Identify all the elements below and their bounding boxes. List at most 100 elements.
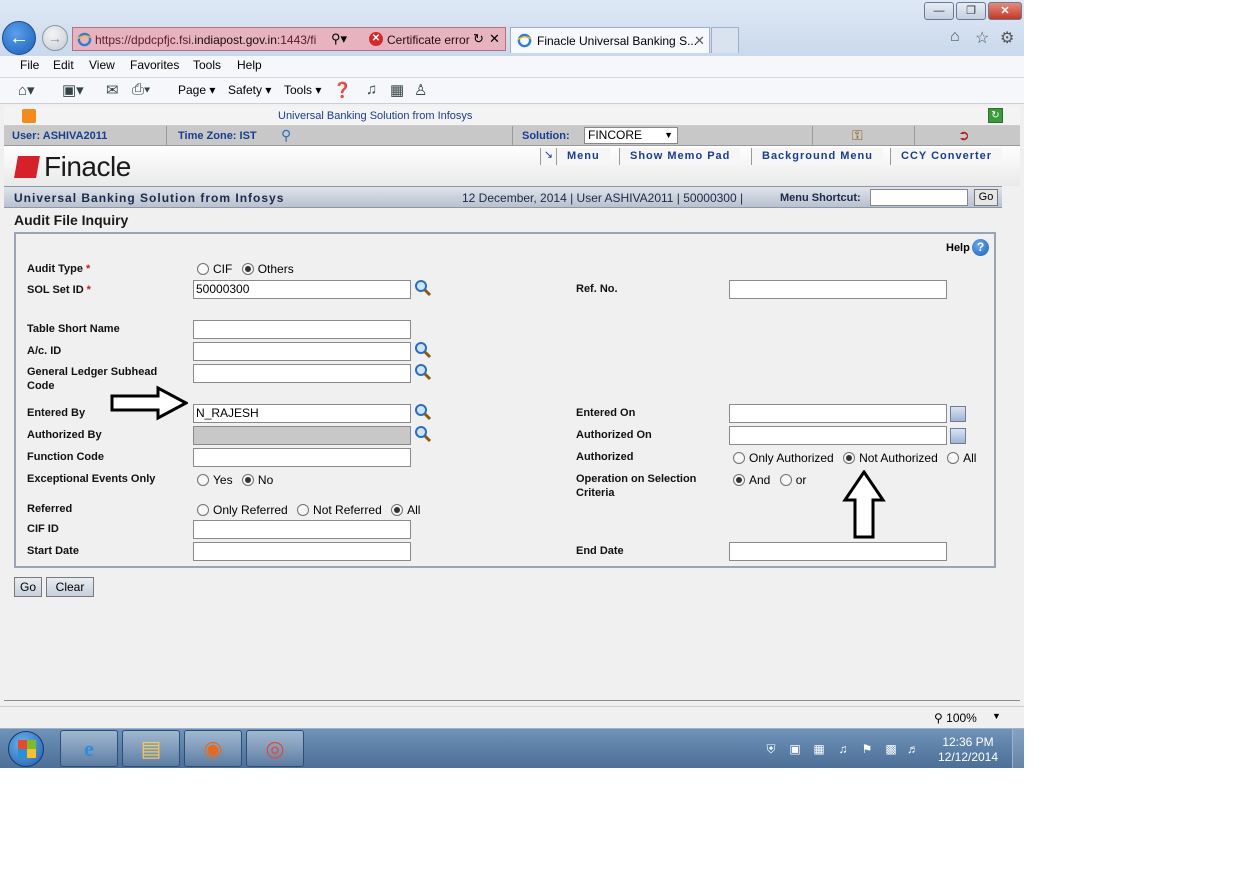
- operation-or-radio[interactable]: [779, 474, 792, 486]
- key-icon[interactable]: ⚿: [852, 127, 863, 144]
- logout-icon[interactable]: ➲: [958, 127, 970, 144]
- settings-gear-icon[interactable]: ⚙: [1000, 28, 1014, 48]
- ac-id-input[interactable]: [193, 342, 411, 361]
- refresh-icon[interactable]: ↻: [473, 31, 484, 47]
- entered-on-input[interactable]: [729, 404, 947, 423]
- addon-icon[interactable]: ♫: [366, 81, 377, 98]
- ac-id-search-icon[interactable]: [414, 341, 432, 359]
- go-button[interactable]: Go: [14, 577, 42, 597]
- arrow-up-annotation-icon: [842, 470, 886, 539]
- search-dropdown-icon[interactable]: ⚲▾: [331, 31, 347, 47]
- menu-shortcut-go-button[interactable]: Go: [974, 189, 998, 206]
- tab-close-icon[interactable]: ✕: [694, 33, 705, 49]
- feeds-dropdown-icon[interactable]: ▣▾: [62, 81, 84, 99]
- end-date-input[interactable]: [729, 542, 947, 561]
- collapse-icon[interactable]: ↘: [540, 148, 556, 165]
- help-label[interactable]: Help: [946, 242, 970, 254]
- sol-set-id-input[interactable]: 50000300: [193, 280, 411, 299]
- taskbar-chrome[interactable]: ◎: [246, 730, 304, 767]
- tools-menu[interactable]: Tools ▾: [284, 83, 321, 97]
- action-center-flag-icon[interactable]: ⚑: [860, 742, 874, 756]
- start-date-input[interactable]: [193, 542, 411, 561]
- authorized-on-calendar-icon[interactable]: [950, 428, 966, 444]
- start-button[interactable]: [8, 731, 44, 767]
- tray-app-icon[interactable]: ▣: [788, 742, 802, 756]
- show-desktop-button[interactable]: [1012, 729, 1024, 768]
- research-icon[interactable]: ▦: [390, 81, 404, 99]
- audit-type-cif-radio[interactable]: [197, 263, 209, 275]
- solution-select[interactable]: FINCORE ▼: [584, 127, 678, 144]
- function-code-label: Function Code: [27, 451, 104, 463]
- cif-id-input[interactable]: [193, 520, 411, 539]
- help-icon[interactable]: ?: [972, 239, 989, 256]
- menu-tools[interactable]: Tools: [187, 58, 227, 72]
- search-icon[interactable]: ⚲: [281, 127, 291, 144]
- link-background-menu[interactable]: Background Menu: [751, 148, 883, 165]
- rss-icon[interactable]: [22, 109, 36, 123]
- taskbar-internet-explorer[interactable]: e: [60, 730, 118, 767]
- not-referred-radio[interactable]: [297, 504, 310, 516]
- exceptional-yes-radio[interactable]: [197, 474, 209, 486]
- clear-button[interactable]: Clear: [46, 577, 94, 597]
- refresh-session-icon[interactable]: ↻: [988, 108, 1003, 123]
- entered-on-calendar-icon[interactable]: [950, 406, 966, 422]
- browser-tab-finacle[interactable]: Finacle Universal Banking S... ✕: [510, 27, 710, 53]
- tray-network-app-icon[interactable]: ▦: [812, 742, 826, 756]
- entered-by-input[interactable]: N_RAJESH: [193, 404, 411, 423]
- authorized-all-radio[interactable]: [947, 452, 960, 464]
- new-tab-button[interactable]: [711, 27, 739, 53]
- help-dropdown-icon[interactable]: ❓: [333, 81, 352, 99]
- menu-view[interactable]: View: [83, 58, 121, 72]
- window-restore-button[interactable]: ❐: [956, 2, 986, 20]
- link-show-memo-pad[interactable]: Show Memo Pad: [619, 148, 741, 165]
- favorites-star-icon[interactable]: ☆: [975, 28, 989, 48]
- back-button[interactable]: ←: [2, 21, 36, 55]
- operation-and-radio[interactable]: [733, 474, 745, 486]
- menu-edit[interactable]: Edit: [47, 58, 80, 72]
- gl-subhead-search-icon[interactable]: [414, 363, 432, 381]
- menu-help[interactable]: Help: [231, 58, 268, 72]
- table-short-name-input[interactable]: [193, 320, 411, 339]
- certificate-error-icon[interactable]: ✕: [369, 32, 383, 46]
- menu-favorites[interactable]: Favorites: [124, 58, 185, 72]
- window-close-button[interactable]: ✕: [988, 2, 1022, 20]
- taskbar-file-explorer[interactable]: ▤: [122, 730, 180, 767]
- sol-lookup-search-icon[interactable]: [414, 279, 432, 297]
- audit-type-others-radio[interactable]: [241, 263, 254, 275]
- zoom-level[interactable]: ⚲ 100%: [934, 711, 977, 725]
- authorized-by-search-icon[interactable]: [414, 425, 432, 443]
- network-icon[interactable]: ▩: [884, 742, 898, 756]
- page-menu[interactable]: Page ▾: [178, 83, 215, 97]
- referred-all-radio[interactable]: [391, 504, 404, 516]
- zoom-dropdown-icon[interactable]: ▼: [992, 711, 1001, 721]
- home-dropdown-icon[interactable]: ⌂▾: [18, 81, 35, 99]
- print-dropdown-icon[interactable]: ⎙▾: [132, 81, 150, 98]
- address-bar[interactable]: https://dpdcpfjc.fsi.indiapost.gov.in:14…: [72, 27, 506, 51]
- authorized-on-input[interactable]: [729, 426, 947, 445]
- entered-by-search-icon[interactable]: [414, 403, 432, 421]
- clock[interactable]: 12:36 PM 12/12/2014: [918, 735, 1018, 765]
- authorized-by-input[interactable]: [193, 426, 411, 445]
- only-referred-radio[interactable]: [197, 504, 209, 516]
- ref-no-input[interactable]: [729, 280, 947, 299]
- messenger-icon[interactable]: ♙: [414, 81, 427, 99]
- tray-speaker-alert-icon[interactable]: ♫: [836, 742, 850, 756]
- gl-subhead-input[interactable]: [193, 364, 411, 383]
- window-minimize-button[interactable]: —: [924, 2, 954, 20]
- stop-icon[interactable]: ✕: [489, 31, 500, 47]
- link-menu[interactable]: Menu: [556, 148, 610, 165]
- menu-file[interactable]: File: [14, 58, 45, 72]
- taskbar-firefox[interactable]: ◉: [184, 730, 242, 767]
- link-ccy-converter[interactable]: CCY Converter: [890, 148, 1003, 165]
- not-authorized-radio[interactable]: [843, 452, 856, 464]
- menu-shortcut-input[interactable]: [870, 189, 968, 206]
- certificate-error-label[interactable]: Certificate error: [387, 33, 470, 47]
- safety-menu[interactable]: Safety ▾: [228, 83, 271, 97]
- security-shield-icon[interactable]: ⛨: [764, 742, 778, 756]
- forward-button[interactable]: →: [42, 25, 68, 51]
- function-code-input[interactable]: [193, 448, 411, 467]
- only-authorized-radio[interactable]: [733, 452, 745, 464]
- mail-icon[interactable]: ✉: [106, 81, 119, 99]
- exceptional-no-radio[interactable]: [241, 474, 254, 486]
- home-icon[interactable]: ⌂: [950, 28, 960, 46]
